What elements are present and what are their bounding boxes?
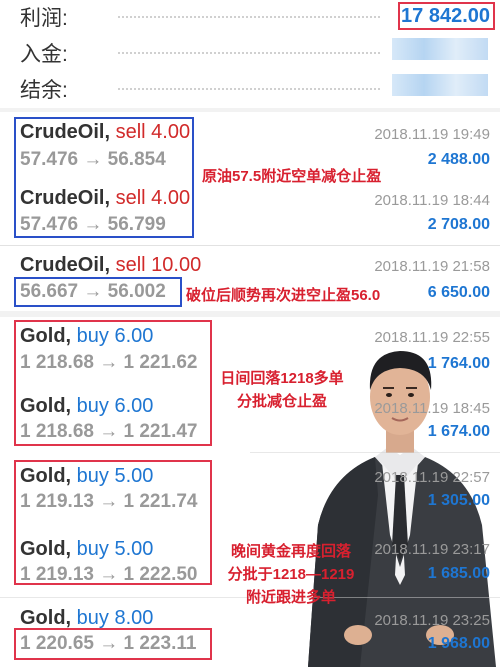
annotation-text: 原油57.5附近空单减仓止盈: [202, 168, 382, 185]
highlight-box: [14, 277, 182, 307]
trade-profit: 2 488.00: [427, 151, 490, 168]
trade-profit: 1 685.00: [427, 565, 490, 582]
annotation-text: 附近跟进多单: [245, 589, 336, 606]
profit-value: 17 842.00: [401, 5, 490, 27]
trade-date: 2018.11.19 19:49: [374, 126, 490, 143]
trade-profit: 6 650.00: [427, 284, 490, 301]
trade-symbol-line: Gold, buy 8.00: [20, 607, 153, 630]
trade-symbol: Gold,: [20, 607, 72, 629]
trade-date: 2018.11.19 22:57: [374, 469, 490, 486]
highlight-box: [14, 460, 212, 585]
redacted-value: [392, 74, 488, 96]
section-divider: [0, 311, 500, 317]
trade-side-lots: sell 10.00: [115, 254, 202, 276]
trade-date: 2018.11.19 18:45: [374, 400, 490, 417]
annotation-text: 破位后顺势再次进空止盈56.0: [186, 287, 381, 304]
trade-date: 2018.11.19 22:55: [374, 329, 490, 346]
annotation-text: 晚间黄金再度回落: [230, 543, 351, 560]
trade-date: 2018.11.19 23:25: [374, 612, 490, 629]
row-divider: [0, 245, 500, 246]
highlight-box: [14, 320, 212, 446]
trade-date: 2018.11.19 18:44: [374, 192, 490, 209]
trade-date: 2018.11.19 23:17: [374, 541, 490, 558]
highlight-box: [14, 628, 212, 660]
trade-profit: 1 968.00: [427, 635, 490, 652]
balance-label: 结余:: [20, 79, 68, 102]
annotation-text: 分批减仓止盈: [236, 393, 327, 410]
trade-symbol: CrudeOil,: [20, 254, 111, 276]
deposit-label: 入金:: [20, 43, 68, 66]
row-divider: [250, 452, 500, 453]
highlight-box: [14, 117, 194, 238]
annotation-text: 日间回落1218多单: [220, 370, 344, 387]
dotted-leader: [118, 88, 380, 90]
trade-profit: 1 764.00: [427, 355, 490, 372]
trade-profit: 1 674.00: [427, 423, 490, 440]
redacted-value: [392, 38, 488, 60]
trade-profit: 1 305.00: [427, 492, 490, 509]
trade-date: 2018.11.19 21:58: [374, 258, 490, 275]
profit-label: 利润:: [20, 7, 68, 30]
annotation-text: 分批于1218—1219: [227, 566, 355, 583]
dotted-leader: [118, 52, 380, 54]
section-divider: [0, 108, 500, 112]
trade-profit: 2 708.00: [427, 216, 490, 233]
dotted-leader: [118, 16, 380, 18]
trade-side-lots: buy 8.00: [76, 607, 154, 629]
trade-symbol-line: CrudeOil, sell 10.00: [20, 254, 201, 277]
